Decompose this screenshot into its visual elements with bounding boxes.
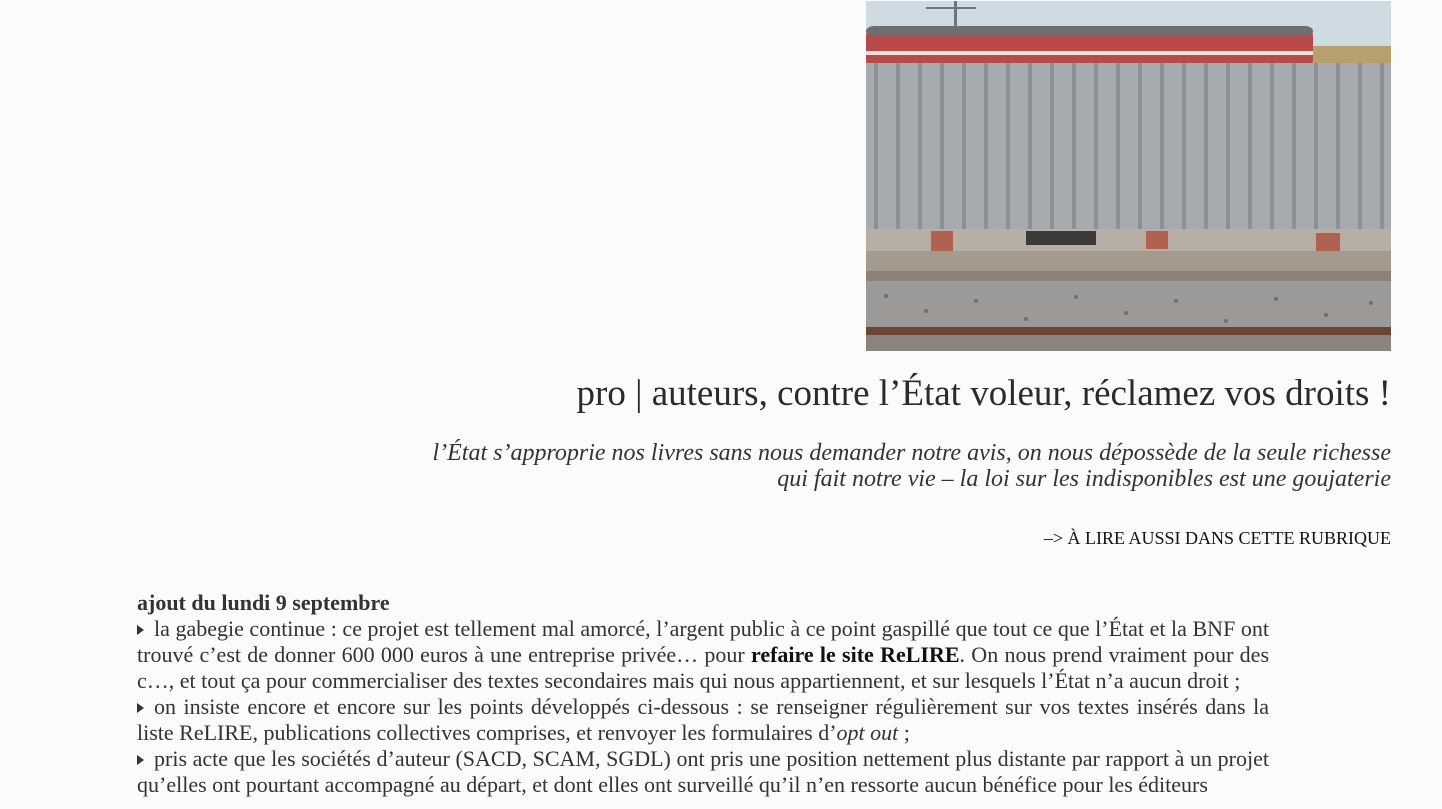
triangle-right-icon (137, 703, 144, 713)
page-title: pro | auteurs, contre l’État voleur, réc… (576, 373, 1392, 414)
triangle-right-icon (137, 625, 144, 635)
paragraph-1: la gabegie continue : ce projet est tell… (137, 616, 1269, 694)
paragraph-2: on insiste encore et encore sur les poin… (137, 694, 1269, 746)
header-photo (866, 1, 1391, 351)
see-also-link[interactable]: –> À LIRE AUSSI DANS CETTE RUBRIQUE (1044, 528, 1391, 549)
paragraph-3: pris acte que les sociétés d’auteur (SAC… (137, 746, 1269, 798)
train-fence-illustration (866, 1, 1391, 351)
opt-out-term: opt out (836, 720, 899, 745)
paragraph-3-text: pris acte que les sociétés d’auteur (SAC… (137, 746, 1269, 797)
page-subtitle: l’État s’approprie nos livres sans nous … (432, 440, 1391, 492)
update-heading: ajout du lundi 9 septembre (137, 590, 390, 615)
paragraph-2-text-a: on insiste encore et encore sur les poin… (137, 694, 1269, 745)
triangle-right-icon (137, 755, 144, 765)
article-body: ajout du lundi 9 septembre la gabegie co… (137, 590, 1269, 798)
paragraph-2-text-b: ; (898, 720, 910, 745)
page: pro | auteurs, contre l’État voleur, réc… (0, 0, 1442, 809)
relire-site-link[interactable]: refaire le site ReLIRE (751, 642, 960, 667)
